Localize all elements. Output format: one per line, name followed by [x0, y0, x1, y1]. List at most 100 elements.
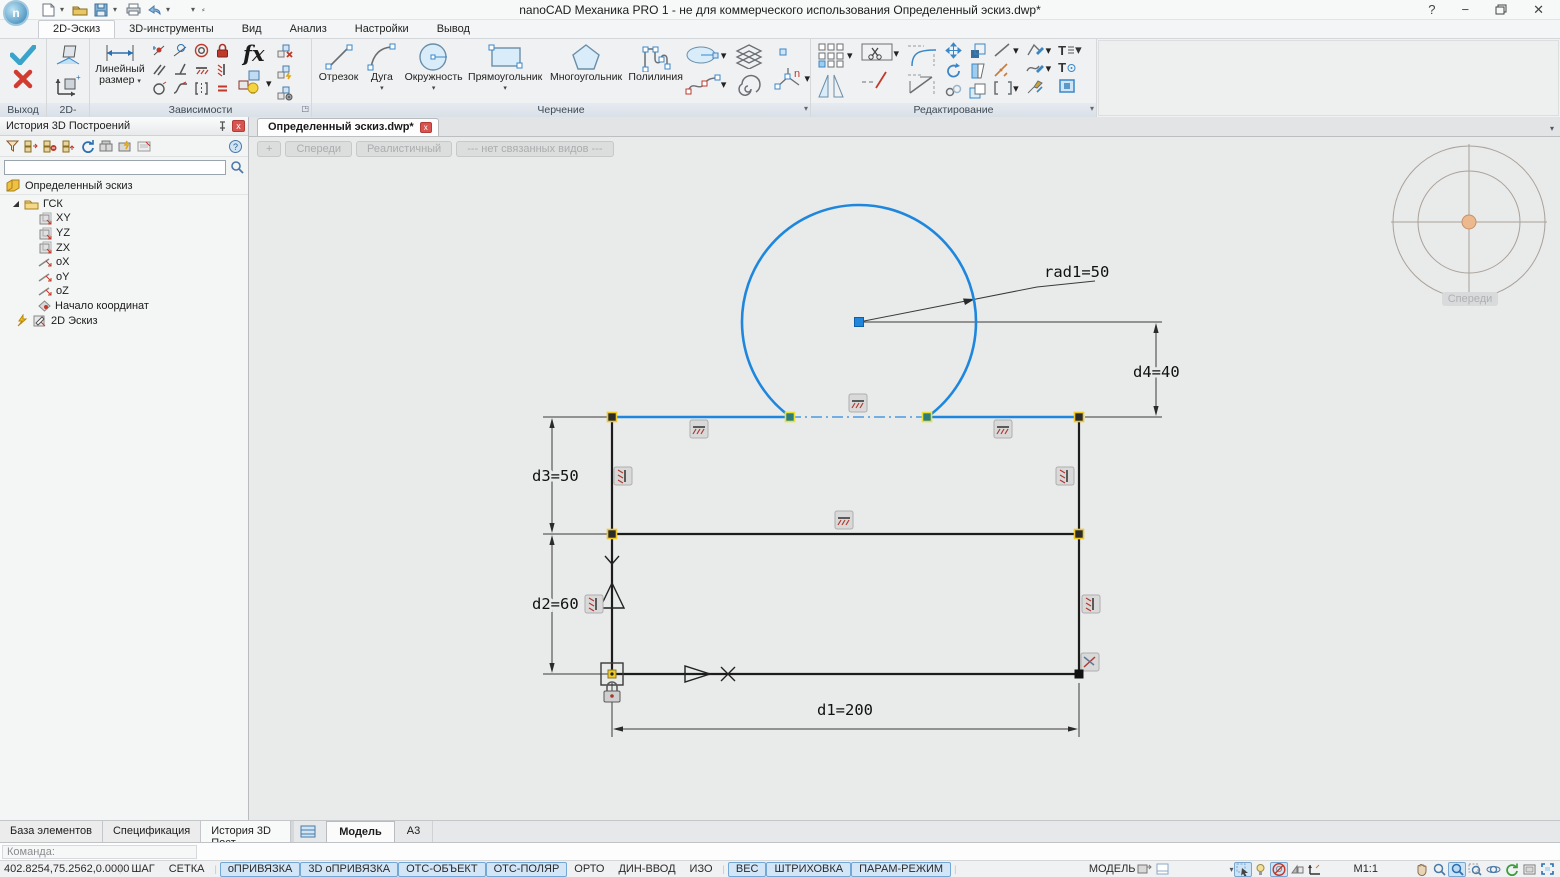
- toggle-grid[interactable]: СЕТКА: [162, 862, 212, 877]
- single-text-button[interactable]: Т: [1058, 60, 1081, 75]
- toggle-param-mode[interactable]: ПАРАМ-РЕЖИМ: [851, 861, 952, 877]
- constraint-fix-icon[interactable]: [214, 42, 231, 59]
- panel-tab-history-3d[interactable]: История 3D Пост...: [201, 821, 292, 849]
- chamfer-tool-icon[interactable]: [906, 71, 938, 97]
- constraint-equal-icon[interactable]: [214, 80, 231, 97]
- arc-tool-button[interactable]: Дуга ▾: [363, 39, 401, 101]
- goto-node-icon[interactable]: [62, 140, 76, 153]
- undo-dropdown[interactable]: ▾: [166, 5, 174, 14]
- drawing-canvas[interactable]: + Спереди Реалистичный --- нет связанных…: [249, 137, 1560, 820]
- regen-icon[interactable]: [1502, 862, 1520, 877]
- delete-constraints-icon[interactable]: [277, 43, 294, 60]
- view-compass[interactable]: [1389, 142, 1551, 304]
- wipeout-tool-icon[interactable]: [1058, 77, 1075, 94]
- document-close-icon[interactable]: x: [419, 121, 432, 133]
- pan-hand-icon[interactable]: [1412, 862, 1430, 877]
- toggle-osnap[interactable]: оПРИВЯЗКА: [219, 861, 301, 877]
- dim-d1-text[interactable]: d1=200: [814, 698, 876, 722]
- minimize-button[interactable]: −: [1462, 2, 1470, 17]
- layout-preview-icon[interactable]: [1520, 862, 1538, 877]
- constraint-vertical-icon[interactable]: [214, 61, 231, 78]
- tab-2d-sketch[interactable]: 2D-Эскиз: [38, 20, 116, 38]
- scale-tool-icon[interactable]: [969, 42, 986, 59]
- print-icon[interactable]: [124, 2, 142, 18]
- grip-tangent[interactable]: [921, 411, 933, 423]
- open-file-icon[interactable]: [71, 2, 89, 18]
- edit-polyline-icon[interactable]: ▾: [1026, 42, 1051, 58]
- match-properties-icon[interactable]: [1026, 78, 1043, 95]
- toggle-3d-osnap[interactable]: 3D оПРИВЯЗКА: [300, 861, 399, 877]
- break-tool-icon[interactable]: [860, 70, 900, 90]
- line-tool-button[interactable]: Отрезок: [316, 39, 361, 101]
- horizontal-constraint-badge[interactable]: [834, 510, 854, 530]
- vertical-constraint-badge[interactable]: [1081, 594, 1101, 614]
- layout-list-icon[interactable]: [294, 821, 322, 842]
- grip-corner[interactable]: [606, 528, 618, 540]
- copy-tool-icon[interactable]: [969, 82, 986, 99]
- spline-tool-icon[interactable]: ▾: [685, 73, 726, 95]
- dim-rad1-text[interactable]: rad1=50: [1041, 260, 1112, 284]
- zoom-in-icon[interactable]: [1448, 861, 1466, 877]
- offset-tool-icon[interactable]: [945, 82, 962, 99]
- spiral-icon[interactable]: [734, 73, 764, 99]
- dim-d3-text[interactable]: d3=50: [529, 464, 582, 488]
- layers-stack-icon[interactable]: [734, 43, 764, 69]
- constraint-tangent-icon[interactable]: [172, 42, 189, 59]
- toggle-dyn-input[interactable]: ДИН-ВВОД: [611, 862, 682, 877]
- point-tool-icon[interactable]: [774, 45, 810, 59]
- array-tool-icon[interactable]: ▾: [817, 42, 853, 68]
- accept-sketch-icon[interactable]: [10, 45, 36, 65]
- tree-item-axis-oz[interactable]: oZ: [0, 284, 248, 299]
- vertical-constraint-badge[interactable]: [584, 594, 604, 614]
- tab-analysis[interactable]: Анализ: [276, 21, 341, 38]
- vertical-constraint-badge[interactable]: [613, 466, 633, 486]
- light-off-icon[interactable]: [1269, 861, 1288, 877]
- zoom-out-icon[interactable]: [1430, 862, 1448, 877]
- auto-constraints-icon[interactable]: [277, 64, 294, 81]
- model-space-label[interactable]: МОДЕЛЬ: [1089, 863, 1136, 875]
- ucs-icon[interactable]: [1306, 862, 1324, 877]
- horizontal-constraint-badge[interactable]: [848, 393, 868, 413]
- constraint-horizontal-icon[interactable]: [193, 61, 210, 78]
- tab-output[interactable]: Вывод: [423, 21, 484, 38]
- panel-close-icon[interactable]: x: [232, 120, 245, 132]
- pin-icon[interactable]: [218, 120, 227, 132]
- show-constraints-button[interactable]: ▾: [236, 70, 272, 96]
- explode-tool-icon[interactable]: [993, 61, 1010, 78]
- edit-spline-icon[interactable]: ▾: [1025, 61, 1051, 75]
- tab-settings[interactable]: Настройки: [341, 21, 423, 38]
- tree-item-sketch-root[interactable]: Определенный эскиз: [0, 179, 248, 195]
- tree-item-gsk[interactable]: ◢ ГСК: [0, 197, 248, 212]
- drafting-expand-icon[interactable]: ▾: [804, 102, 808, 116]
- qat-customize-icon[interactable]: ⸗: [202, 5, 210, 14]
- selection-cursor-icon[interactable]: [1233, 861, 1252, 877]
- tree-item-plane-yz[interactable]: YZ: [0, 226, 248, 241]
- grip-corner[interactable]: [606, 411, 618, 423]
- linear-dimension-button[interactable]: Линейный размер ▾: [94, 39, 146, 101]
- refresh-icon[interactable]: [81, 139, 94, 153]
- restore-button[interactable]: [1495, 4, 1507, 15]
- mirror-tool-icon[interactable]: [817, 73, 853, 99]
- grip-corner[interactable]: [1073, 411, 1085, 423]
- tab-view[interactable]: Вид: [228, 21, 276, 38]
- toggle-snap[interactable]: ШАГ: [124, 862, 161, 877]
- grip-endpoint[interactable]: [1074, 669, 1084, 679]
- tree-item-2d-sketch[interactable]: 2D Эскиз: [0, 313, 248, 328]
- cancel-sketch-icon[interactable]: [13, 69, 33, 89]
- lineweight-display-icon[interactable]: [1252, 862, 1270, 877]
- circle-tool-button[interactable]: Окружность ▾: [403, 39, 465, 101]
- help-button[interactable]: ?: [1428, 2, 1435, 17]
- polyline-tool-button[interactable]: Полилиния: [628, 39, 683, 101]
- horizontal-constraint-badge[interactable]: [993, 419, 1013, 439]
- new-file-icon[interactable]: [39, 2, 57, 18]
- command-line-bar[interactable]: Команда:: [0, 842, 1560, 860]
- tree-search-input[interactable]: [4, 159, 226, 175]
- collapse-errors-icon[interactable]: [43, 140, 57, 153]
- rotate-tool-icon[interactable]: [945, 62, 962, 79]
- parts-library-icon[interactable]: [99, 140, 113, 152]
- horizontal-constraint-badge[interactable]: [689, 419, 709, 439]
- save-dropdown[interactable]: ▾: [113, 5, 121, 14]
- constraint-settings-icon[interactable]: [277, 85, 294, 102]
- stretch-tool-icon[interactable]: [969, 62, 986, 79]
- tree-item-axis-oy[interactable]: oY: [0, 270, 248, 285]
